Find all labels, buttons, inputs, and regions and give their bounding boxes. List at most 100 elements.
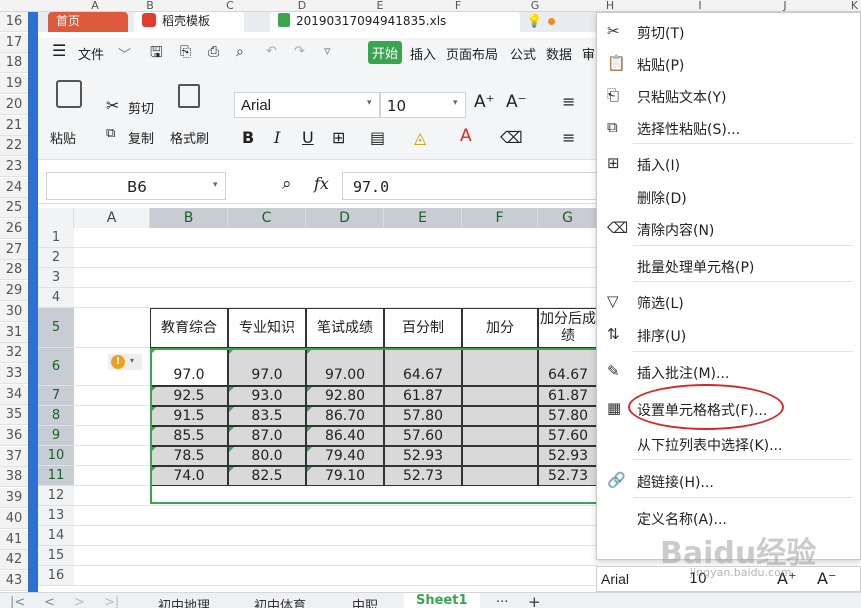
- mini-font-shrink[interactable]: A⁻: [817, 569, 836, 588]
- context-item-13[interactable]: 🔗 超链接(H)...: [597, 466, 860, 496]
- scissors-icon[interactable]: ✂: [106, 96, 119, 115]
- tab-file[interactable]: 20190317094941835.xls: [270, 12, 520, 32]
- row-header-6[interactable]: 6: [38, 348, 74, 386]
- eraser-icon[interactable]: ⌫: [500, 128, 523, 147]
- row-header-5[interactable]: 5: [38, 308, 74, 348]
- row-header-16[interactable]: 16: [38, 566, 74, 586]
- menu-review[interactable]: 审: [582, 44, 595, 63]
- align-left-icon[interactable]: ≡: [562, 128, 575, 147]
- context-item-12[interactable]: 从下拉列表中选择(K)...: [597, 429, 860, 459]
- chevron-down-icon[interactable]: ﹀: [118, 44, 131, 63]
- select-all-corner[interactable]: [38, 208, 74, 228]
- add-sheet-button[interactable]: +: [528, 593, 541, 608]
- context-item-2[interactable]: ⎗ 只粘贴文本(Y): [597, 81, 860, 111]
- copy-button[interactable]: 复制: [128, 128, 154, 147]
- fill-pattern-icon[interactable]: ▤: [370, 128, 385, 147]
- align-top-icon[interactable]: ≡: [562, 92, 575, 111]
- context-item-4[interactable]: ⊞ 插入(I): [597, 149, 860, 179]
- row-header-4[interactable]: 4: [38, 288, 74, 308]
- header-cell[interactable]: 加分后成绩: [538, 308, 598, 348]
- context-item-1[interactable]: 📋 粘贴(P): [597, 49, 860, 79]
- print-icon[interactable]: ⎙: [208, 44, 219, 60]
- row-header-1[interactable]: 1: [38, 228, 74, 248]
- border-icon[interactable]: ⊞: [332, 128, 345, 147]
- context-item-9[interactable]: ⇅ 排序(U): [597, 320, 860, 350]
- next-sheet-icon[interactable]: >: [74, 595, 85, 608]
- error-check-button[interactable]: ! ▾: [108, 354, 142, 370]
- formula-input[interactable]: 97.0: [342, 172, 598, 200]
- menu-data[interactable]: 数据: [546, 44, 572, 63]
- row-header-2[interactable]: 2: [38, 248, 74, 268]
- tab-template[interactable]: 稻壳模板: [134, 12, 244, 32]
- col-header-D[interactable]: D: [306, 208, 384, 228]
- context-item-5[interactable]: 删除(D): [597, 182, 860, 212]
- menu-file[interactable]: 文件: [78, 44, 104, 63]
- menu-start[interactable]: 开始: [368, 41, 403, 64]
- fill-color-icon[interactable]: ◬: [414, 128, 426, 147]
- print-preview-icon[interactable]: ⌕: [236, 44, 244, 60]
- col-header-A[interactable]: A: [74, 208, 150, 228]
- header-cell[interactable]: 专业知识: [228, 308, 306, 348]
- first-sheet-icon[interactable]: |<: [10, 595, 25, 608]
- tab-home[interactable]: 首页: [48, 12, 128, 32]
- context-item-6[interactable]: ⌫ 清除内容(N): [597, 214, 860, 244]
- row-header-9[interactable]: 9: [38, 426, 74, 446]
- header-cell[interactable]: 笔试成绩: [306, 308, 384, 348]
- bold-button[interactable]: B: [242, 128, 254, 147]
- row-header-10[interactable]: 10: [38, 446, 74, 466]
- underline-button[interactable]: U: [302, 128, 314, 147]
- bulb-icon[interactable]: 💡: [526, 14, 542, 29]
- mini-font-select[interactable]: Arial: [601, 571, 629, 587]
- paste-button[interactable]: 粘贴: [50, 128, 76, 147]
- redo-icon[interactable]: ↷: [294, 44, 305, 59]
- row-header-15[interactable]: 15: [38, 546, 74, 566]
- hamburger-icon[interactable]: ☰: [52, 41, 66, 60]
- italic-button[interactable]: I: [274, 128, 280, 147]
- header-cell[interactable]: 百分制: [384, 308, 462, 348]
- menu-layout[interactable]: 页面布局: [446, 44, 498, 63]
- name-box[interactable]: B6 ▾: [46, 172, 226, 200]
- col-header-G[interactable]: G: [538, 208, 598, 228]
- prev-sheet-icon[interactable]: <: [44, 595, 55, 608]
- row-header-12[interactable]: 12: [38, 486, 74, 506]
- row-header-7[interactable]: 7: [38, 386, 74, 406]
- sheet-tab-3[interactable]: 中职: [352, 595, 378, 608]
- font-color-icon[interactable]: A: [460, 126, 472, 146]
- row-header-8[interactable]: 8: [38, 406, 74, 426]
- format-painter-icon[interactable]: [178, 84, 200, 108]
- row-header-14[interactable]: 14: [38, 526, 74, 546]
- sheet-tab-1[interactable]: 初中地理: [158, 595, 210, 608]
- fx-button[interactable]: fx: [314, 174, 329, 193]
- context-item-0[interactable]: ✂ 剪切(T): [597, 17, 860, 47]
- cut-button[interactable]: 剪切: [128, 98, 154, 117]
- save-icon[interactable]: 🖫: [150, 42, 163, 67]
- col-header-F[interactable]: F: [462, 208, 538, 228]
- context-item-7[interactable]: 批量处理单元格(P): [597, 251, 860, 281]
- font-size-select[interactable]: 10 ▾: [380, 92, 466, 118]
- font-name-select[interactable]: Arial ▾: [234, 92, 380, 118]
- header-cell[interactable]: 教育综合: [150, 308, 228, 348]
- copy-icon[interactable]: ⧉: [106, 126, 115, 141]
- col-header-C[interactable]: C: [228, 208, 306, 228]
- sheet-tab-2[interactable]: 初中体育: [254, 595, 306, 608]
- last-sheet-icon[interactable]: >|: [104, 595, 119, 608]
- paste-big-icon[interactable]: [56, 80, 82, 108]
- context-item-8[interactable]: ▽ 筛选(L): [597, 287, 860, 317]
- font-shrink-button[interactable]: A⁻: [506, 92, 527, 112]
- font-grow-button[interactable]: A⁺: [474, 92, 495, 112]
- header-cell[interactable]: 加分: [462, 308, 538, 348]
- col-header-E[interactable]: E: [384, 208, 462, 228]
- menu-formula[interactable]: 公式: [510, 44, 536, 63]
- context-item-3[interactable]: ⧉ 选择性粘贴(S)...: [597, 113, 860, 143]
- format-painter-button[interactable]: 格式刷: [170, 128, 209, 147]
- row-header-3[interactable]: 3: [38, 268, 74, 288]
- col-header-B[interactable]: B: [150, 208, 228, 228]
- more-icon[interactable]: ▿: [324, 44, 331, 59]
- export-icon[interactable]: ⎘: [180, 44, 191, 60]
- row-header-11[interactable]: 11: [38, 466, 74, 486]
- sheet-tab-active[interactable]: Sheet1: [404, 593, 480, 608]
- context-item-10[interactable]: ✎ 插入批注(M)...: [597, 357, 860, 387]
- zoom-icon[interactable]: ⌕: [282, 174, 292, 194]
- more-sheets-button[interactable]: ···: [496, 595, 508, 608]
- menu-insert[interactable]: 插入: [410, 44, 436, 63]
